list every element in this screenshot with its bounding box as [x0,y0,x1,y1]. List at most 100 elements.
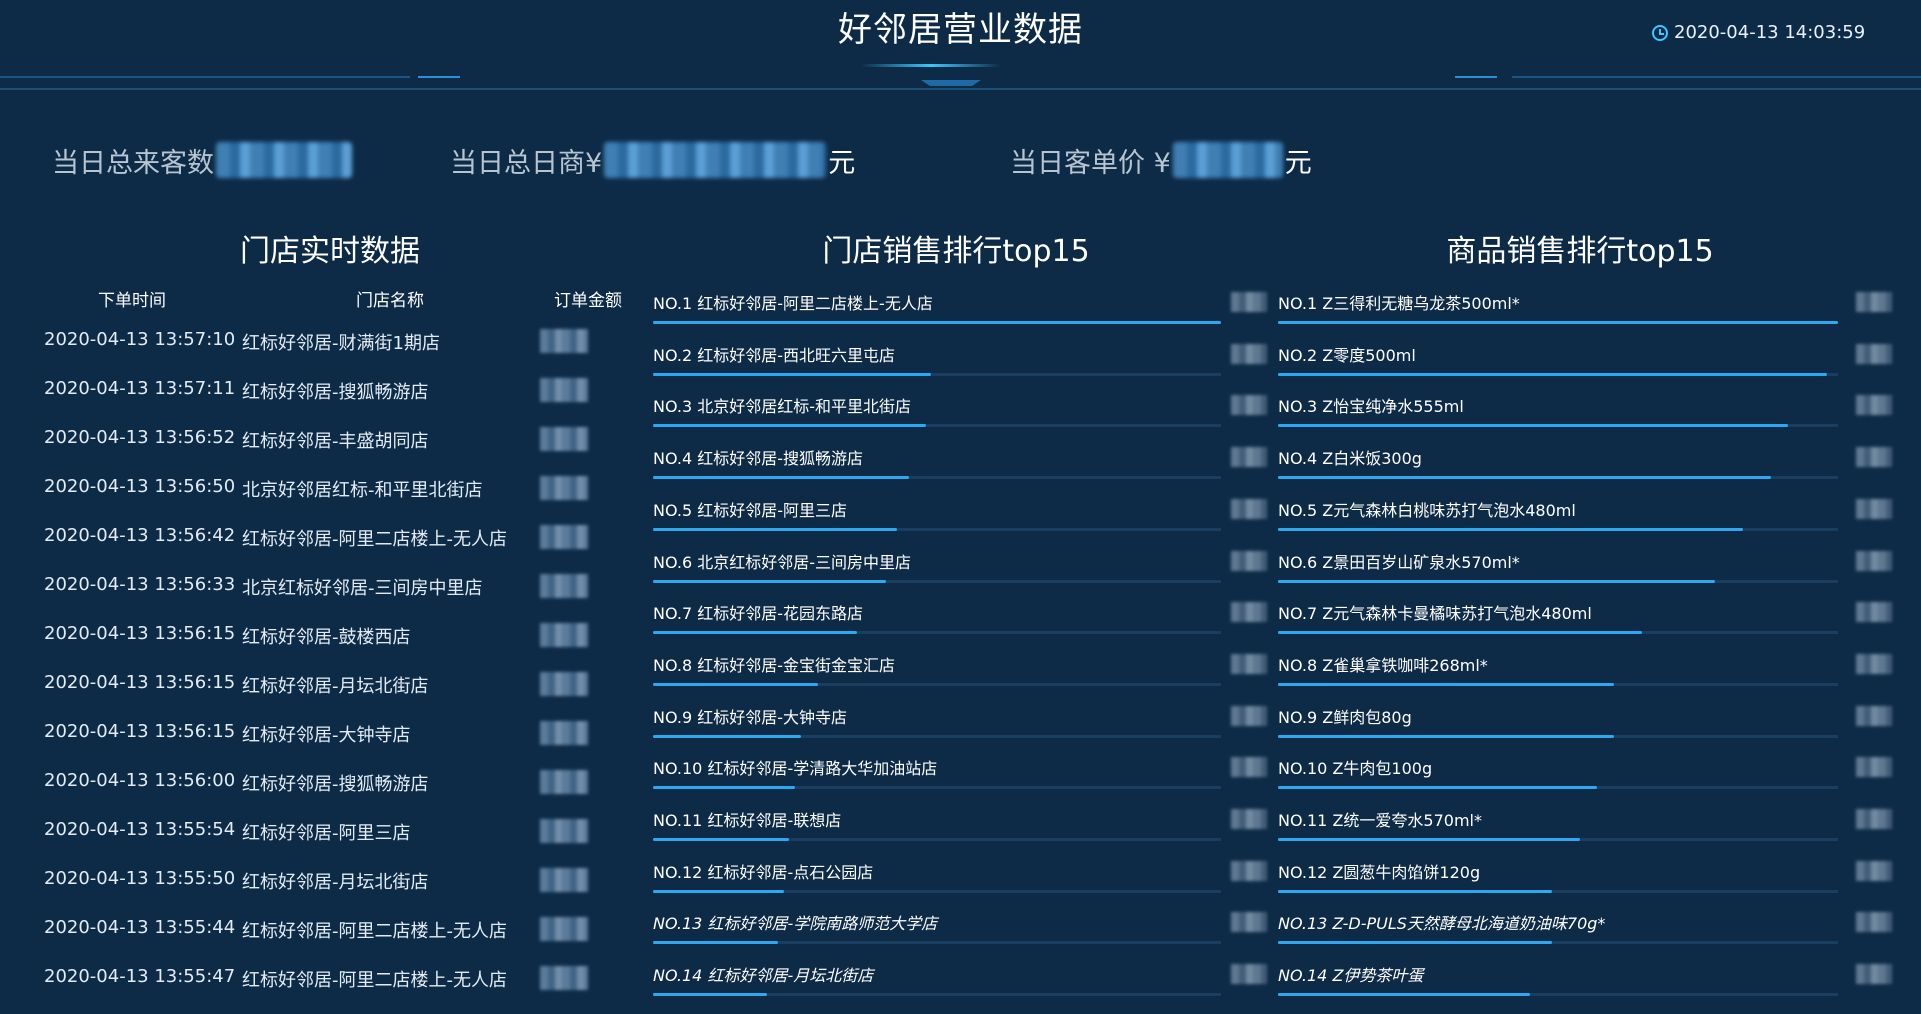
rank-label: NO.8 Z雀巢拿铁咖啡268ml* [1278,655,1488,675]
rank-value-redacted [1231,705,1267,726]
rank-item: NO.4 红标好邻居-搜狐畅游店 [653,445,1271,497]
rank-value-redacted [1231,757,1267,778]
order-time: 2020-04-13 13:56:52 [44,427,236,448]
rank-label: NO.1 红标好邻居-阿里二店楼上-无人店 [653,294,933,313]
avg-value-redacted [1172,142,1283,178]
rank-item: NO.1 红标好邻居-阿里二店楼上-无人店 [653,290,1271,342]
order-amount-redacted [540,770,588,794]
rank-item: NO.9 红标好邻居-大钟寺店 [653,704,1271,756]
table-row: 2020-04-13 13:55:50 红标好邻居-月坛北街店 [44,868,634,916]
rank-bar-fill [1278,682,1614,686]
rank-bar-fill [1278,372,1827,376]
rank-bar-track [1278,527,1838,531]
rank-value-redacted [1231,498,1267,519]
table-row: 2020-04-13 13:56:42 红标好邻居-阿里二店楼上-无人店 [44,525,634,573]
rank-bar-track [1278,424,1838,428]
table-row: 2020-04-13 13:57:10 红标好邻居-财满街1期店 [44,329,634,377]
order-amount-redacted [540,427,588,451]
rank-label: NO.7 红标好邻居-花园东路店 [653,604,864,624]
rank-bar-fill [653,527,897,531]
rank-bar-fill [1278,527,1743,531]
clock-icon [1652,24,1668,41]
order-time: 2020-04-13 13:55:47 [44,966,236,987]
rank-value-redacted [1231,653,1267,674]
rank-label: NO.3 北京好邻居红标-和平里北街店 [653,397,912,417]
rank-label: NO.2 红标好邻居-西北旺六里屯店 [653,345,896,365]
rank-bar-fill [1278,889,1552,893]
rank-label: NO.13 红标好邻居-学院南路师范大学店 [653,914,938,934]
rank-bar-track [653,941,1221,945]
rank-bar-fill [1278,631,1642,635]
rank-bar-track [1278,838,1838,841]
rank-label: NO.13 Z-D-PULS天然酵母北海道奶油味70g* [1278,914,1606,934]
rank-item: NO.14 红标好邻居-月坛北街店 [653,962,1271,1014]
order-time: 2020-04-13 13:56:42 [44,525,236,546]
table-row: 2020-04-13 13:56:15 红标好邻居-鼓楼西店 [44,623,634,671]
datetime: 2020-04-13 14:03:59 [1652,22,1865,43]
rank-bar-fill [1278,476,1771,480]
rank-bar-track [653,476,1221,480]
rank-bar-fill [653,682,818,686]
rank-item: NO.13 Z-D-PULS天然酵母北海道奶油味70g* [1278,910,1892,962]
rank-label: NO.1 Z三得利无糖乌龙茶500ml* [1278,294,1520,313]
store-name: 红标好邻居-阿里二店楼上-无人店 [242,529,507,550]
avg-unit: 元 [1284,147,1312,179]
rank-bar-track [1278,476,1838,480]
header: 好邻居营业数据 2020-04-13 14:03:59 [0,0,1921,100]
rank-bar-track [653,734,1221,738]
rank-value-redacted [1856,395,1892,416]
rank-bar-track [1278,631,1838,635]
rank-bar-fill [653,321,1221,324]
rank-bar-track [1278,682,1838,686]
rank-bar-track [653,993,1221,997]
store-name: 红标好邻居-月坛北街店 [242,872,429,893]
rank-bar-track [653,527,1221,531]
rank-value-redacted [1231,292,1267,312]
rank-item: NO.12 红标好邻居-点石公园店 [653,859,1271,911]
rank-item: NO.3 Z怡宝纯净水555ml [1278,393,1892,445]
visitors-value-redacted [216,142,352,178]
rank-value-redacted [1231,447,1267,468]
store-name: 红标好邻居-财满街1期店 [242,333,440,354]
rank-value-redacted [1856,343,1892,364]
order-time: 2020-04-13 13:55:44 [44,917,236,938]
rank-bar-track [653,838,1221,841]
rank-item: NO.10 Z牛肉包100g [1278,755,1892,807]
summary-visitors: 当日总来客数 [52,140,354,180]
rank-bar-fill [653,476,909,480]
rank-bar-track [653,579,1221,583]
rank-item: NO.12 Z圆葱牛肉馅饼120g [1278,859,1892,911]
rank-label: NO.12 Z圆葱牛肉馅饼120g [1278,862,1481,882]
rank-bar-fill [653,579,886,583]
rank-label: NO.4 Z白米饭300g [1278,449,1422,469]
store-name: 红标好邻居-搜狐畅游店 [242,774,429,795]
rank-label: NO.4 红标好邻居-搜狐畅游店 [653,449,864,469]
page-title: 好邻居营业数据 [838,10,1083,50]
rank-label: NO.6 Z景田百岁山矿泉水570ml* [1278,552,1520,572]
rank-bar-track [1278,372,1838,376]
order-amount-redacted [540,476,588,500]
rank-bar-fill [1278,993,1530,997]
revenue-value-redacted [604,142,827,178]
title-underline [861,64,1001,67]
store-name: 红标好邻居-丰盛胡同店 [242,431,429,452]
rank-value-redacted [1856,498,1892,519]
rank-bar-fill [653,372,931,376]
rank-value-redacted [1856,757,1892,778]
rank-bar-fill [653,734,801,738]
table-row: 2020-04-13 13:55:47 红标好邻居-阿里二店楼上-无人店 [44,966,634,1014]
rank-bar-fill [1278,838,1580,841]
store-name: 红标好邻居-鼓楼西店 [242,627,411,648]
revenue-label: 当日总日商¥ [450,147,603,179]
rank-item: NO.9 Z鲜肉包80g [1278,704,1892,756]
rank-item: NO.11 红标好邻居-联想店 [653,807,1271,859]
revenue-unit: 元 [828,147,856,179]
table-row: 2020-04-13 13:57:11 红标好邻居-搜狐畅游店 [44,378,634,426]
rank-label: NO.7 Z元气森林卡曼橘味苏打气泡水480ml [1278,604,1592,624]
rank-item: NO.5 红标好邻居-阿里三店 [653,497,1271,549]
store-name: 红标好邻居-阿里三店 [242,823,411,844]
rank-item: NO.7 红标好邻居-花园东路店 [653,600,1271,652]
rank-item: NO.3 北京好邻居红标-和平里北街店 [653,393,1271,445]
rank-label: NO.8 红标好邻居-金宝街金宝汇店 [653,655,896,675]
rank-bar-track [1278,734,1838,738]
